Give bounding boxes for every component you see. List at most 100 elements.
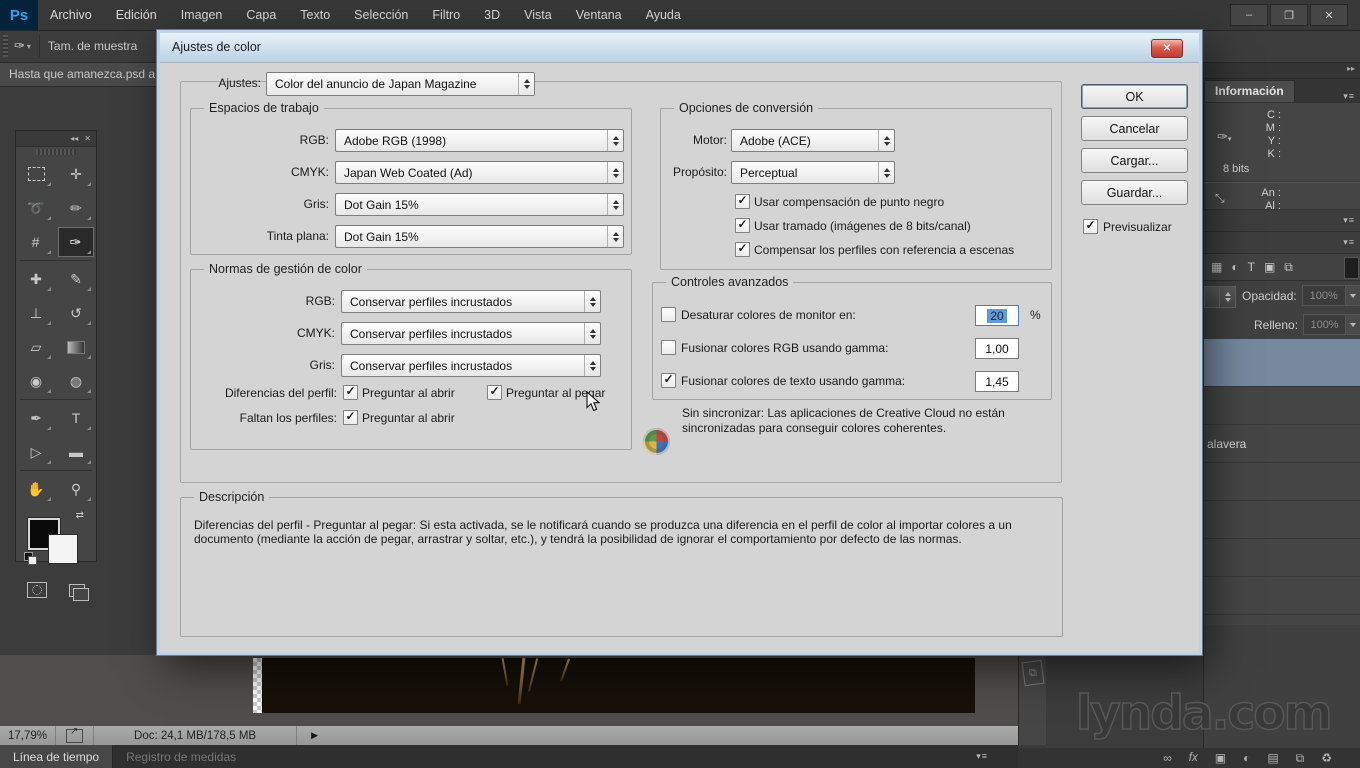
scrollbar-column[interactable]: ⧉ <box>1018 655 1046 745</box>
menu-filtro[interactable]: Filtro <box>420 0 472 30</box>
measure-icon[interactable]: ⤡ <box>1215 191 1225 206</box>
filter-pixel-layers-icon[interactable]: ▦ <box>1211 260 1222 274</box>
collapsed-panel-1[interactable]: ▾≡ <box>1204 210 1360 232</box>
menu-ventana[interactable]: Ventana <box>564 0 634 30</box>
tab-registro-de-medidas[interactable]: Registro de medidas <box>113 745 249 768</box>
advanced-checkbox-0[interactable] <box>661 307 676 322</box>
swap-colors-icon[interactable]: ⇄ <box>76 510 84 521</box>
panel-menu-icon[interactable]: ▾≡ <box>1343 237 1360 248</box>
ok-button[interactable]: OK <box>1081 84 1188 109</box>
blur-tool[interactable]: ◉ <box>19 367 53 395</box>
tab-l-nea-de-tiempo[interactable]: Línea de tiempo <box>0 745 114 768</box>
layer-row-7[interactable] <box>1204 615 1360 625</box>
collapse-panels-icon[interactable]: ▸▸ <box>1204 62 1360 79</box>
opacity-value[interactable]: 100% <box>1301 285 1346 306</box>
filter-type-layers-icon[interactable]: T <box>1248 260 1255 274</box>
rectangular-marquee-tool[interactable] <box>19 160 53 188</box>
path-selection-tool[interactable]: ▷ <box>19 438 53 466</box>
close-button[interactable]: ✕ <box>1310 4 1348 26</box>
new-layer-icon[interactable]: ⧉ <box>1296 751 1305 766</box>
layer-mask-icon[interactable]: ▣ <box>1215 751 1226 765</box>
fill-value[interactable]: 100% <box>1303 314 1347 335</box>
eyedropper-readout-icon[interactable]: ✑▾ <box>1217 129 1231 145</box>
menu-imagen[interactable]: Imagen <box>169 0 235 30</box>
tab-informacion[interactable]: Información <box>1204 80 1295 102</box>
menu-capa[interactable]: Capa <box>234 0 288 30</box>
menu-archivo[interactable]: Archivo <box>38 0 104 30</box>
menu-ayuda[interactable]: Ayuda <box>634 0 693 30</box>
eyedropper-tool[interactable]: ✑ <box>57 227 94 257</box>
layer-row-2[interactable]: alavera <box>1204 425 1360 463</box>
default-colors-icon[interactable] <box>24 552 37 565</box>
layer-row-0[interactable] <box>1204 339 1360 387</box>
adjustment-layer-icon[interactable]: ◐ <box>1243 751 1250 765</box>
blend-mode-dropdown[interactable] <box>1204 286 1236 308</box>
fill-drop-icon[interactable] <box>1346 314 1360 335</box>
layer-row-1[interactable] <box>1204 387 1360 425</box>
profile-mismatch-checkbox-0[interactable] <box>343 385 358 400</box>
opacity-drop-icon[interactable] <box>1345 285 1360 306</box>
menu-seleccin[interactable]: Selección <box>342 0 420 30</box>
panel-menu-icon[interactable]: ▾≡ <box>1343 91 1360 102</box>
layer-row-6[interactable] <box>1204 577 1360 615</box>
quick-mask-icon[interactable] <box>27 582 47 598</box>
delete-layer-icon[interactable]: ♻ <box>1321 751 1332 765</box>
policy-dropdown-1[interactable]: Conservar perfiles incrustados <box>341 322 601 345</box>
zoom-level-field[interactable]: 17,79% <box>0 726 57 745</box>
policy-dropdown-0[interactable]: Conservar perfiles incrustados <box>341 290 601 313</box>
settings-dropdown[interactable]: Color del anuncio de Japan Magazine <box>266 72 535 96</box>
conversion-checkbox-2[interactable] <box>735 242 750 257</box>
screen-mode-icon[interactable] <box>69 583 89 601</box>
layer-effects-icon[interactable]: fx <box>1189 752 1198 764</box>
menu-edicin[interactable]: Edición <box>104 0 169 30</box>
brush-tool[interactable]: ✎ <box>59 265 93 293</box>
zoom-tool[interactable]: ⚲ <box>59 475 93 503</box>
layer-row-3[interactable] <box>1204 463 1360 501</box>
history-brush-tool[interactable]: ↺ <box>59 299 93 327</box>
filter-shape-layers-icon[interactable]: ▣ <box>1264 260 1275 274</box>
advanced-value-2[interactable]: 1,45 <box>975 371 1019 392</box>
policy-dropdown-2[interactable]: Conservar perfiles incrustados <box>341 354 601 377</box>
dialog-close-button[interactable]: ✕ <box>1151 39 1183 58</box>
collapse-panel-icon[interactable]: ◂◂ <box>70 134 78 143</box>
filter-toggle[interactable] <box>1344 257 1359 279</box>
preview-checkbox[interactable] <box>1083 219 1098 234</box>
layer-row-5[interactable] <box>1204 539 1360 577</box>
intent-dropdown[interactable]: Perceptual <box>731 161 895 184</box>
missing-profiles-checkbox-0[interactable] <box>343 410 358 425</box>
minimize-button[interactable]: – <box>1230 4 1268 26</box>
restore-button[interactable]: ❐ <box>1270 4 1308 26</box>
eraser-tool[interactable]: ▱ <box>19 333 53 361</box>
canvas-area[interactable] <box>0 655 1018 726</box>
export-status-icon[interactable] <box>66 726 84 743</box>
menu-texto[interactable]: Texto <box>288 0 342 30</box>
dodge-tool[interactable]: ◍ <box>59 367 93 395</box>
panel-menu-icon[interactable]: ▾≡ <box>976 751 994 762</box>
filter-smart-objects-icon[interactable]: ⧉ <box>1284 260 1293 275</box>
load-button[interactable]: Cargar... <box>1081 148 1188 173</box>
gradient-tool[interactable] <box>59 333 93 361</box>
pen-tool[interactable]: ✒ <box>19 404 53 432</box>
workspace-dropdown-2[interactable]: Dot Gain 15% <box>335 193 624 216</box>
quick-selection-tool[interactable]: ✏ <box>59 194 93 222</box>
healing-brush-tool[interactable]: ✚ <box>19 265 53 293</box>
advanced-value-1[interactable]: 1,00 <box>975 338 1019 359</box>
advanced-value-0[interactable]: 20 <box>975 305 1019 326</box>
clone-stamp-tool[interactable]: ⊥ <box>19 299 53 327</box>
crop-tool[interactable]: # <box>19 228 53 256</box>
filter-adjustment-layers-icon[interactable]: ◐ <box>1231 260 1238 274</box>
layer-row-4[interactable] <box>1204 501 1360 539</box>
conversion-checkbox-0[interactable] <box>735 194 750 209</box>
profile-mismatch-checkbox-1[interactable] <box>487 385 502 400</box>
move-tool[interactable]: ✛ <box>59 160 93 188</box>
shape-tool[interactable]: ▬ <box>59 438 93 466</box>
type-tool[interactable]: T <box>59 404 93 432</box>
tool-preset-chevron-icon[interactable]: ▾ <box>27 42 31 51</box>
conversion-checkbox-1[interactable] <box>735 218 750 233</box>
engine-dropdown[interactable]: Adobe (ACE) <box>731 129 895 152</box>
eyedropper-option-icon[interactable]: ✑ <box>14 38 25 54</box>
panel-menu-icon[interactable]: ▾≡ <box>1343 215 1360 226</box>
hand-tool[interactable]: ✋ <box>19 475 53 503</box>
layer-group-icon[interactable]: ▤ <box>1267 751 1278 765</box>
close-panel-icon[interactable]: ✕ <box>84 134 91 143</box>
